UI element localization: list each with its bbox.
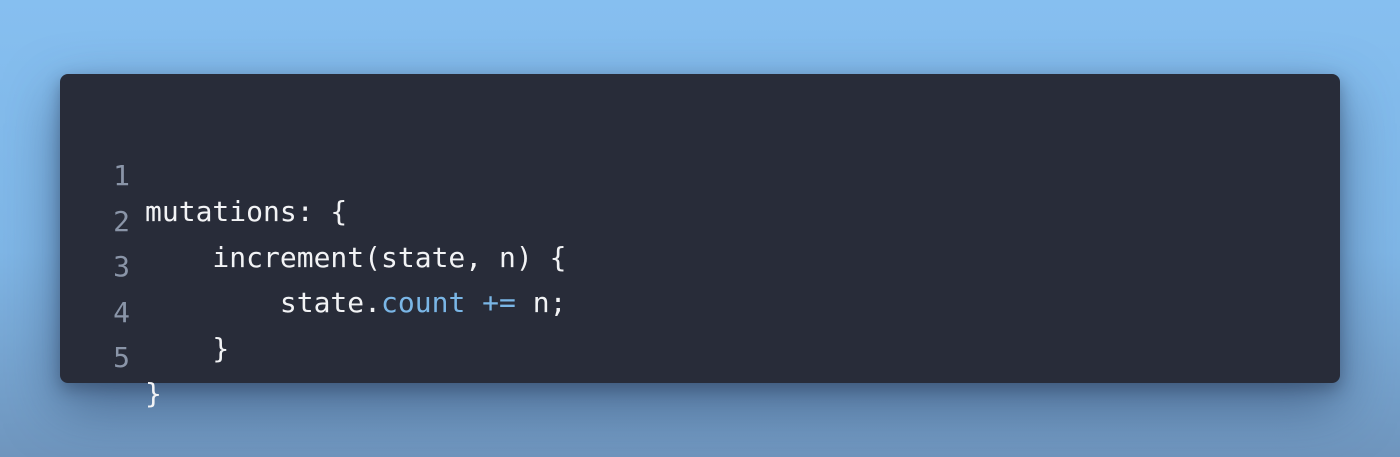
line-number: 5 [113,341,130,374]
code-line-1: 1 mutations: { [60,122,1340,228]
code-line-2: 2 increment(state, n) { [60,168,1340,274]
line-code: } [145,376,162,412]
code-token: } [145,377,162,410]
code-line-3: 3 state.count += n; [60,213,1340,319]
code-line-5: 5 } [60,304,1340,410]
code-line-4: 4 } [60,259,1340,365]
code-snippet-card: 1 mutations: { 2 increment(state, n) { 3… [60,74,1340,410]
